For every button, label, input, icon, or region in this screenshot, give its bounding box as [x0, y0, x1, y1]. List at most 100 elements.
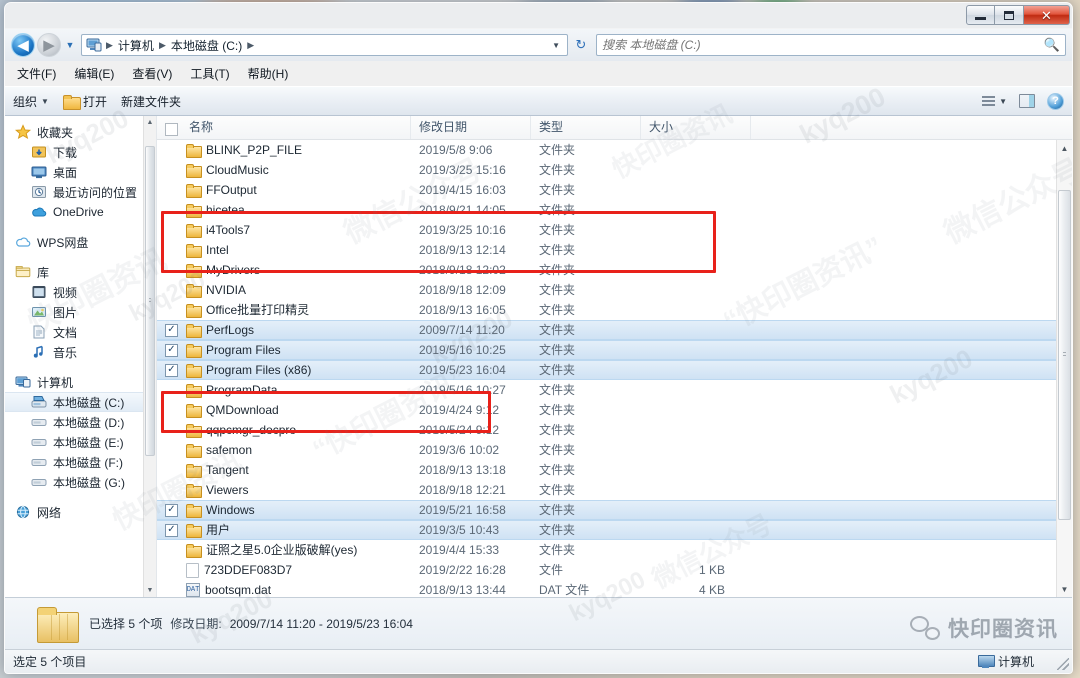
- row-checkbox-cell[interactable]: [157, 560, 181, 580]
- sidebar-item-documents[interactable]: 文档: [5, 322, 156, 342]
- menu-edit[interactable]: 编辑(E): [74, 65, 114, 82]
- column-header-size[interactable]: 大小: [641, 116, 751, 139]
- cell-name[interactable]: Windows: [181, 500, 411, 520]
- column-header-type[interactable]: 类型: [531, 116, 641, 139]
- table-row[interactable]: CloudMusic 2019/3/25 15:16 文件夹: [157, 160, 1072, 180]
- checkbox-checked-icon[interactable]: ✓: [165, 323, 178, 337]
- row-checkbox-cell[interactable]: [157, 140, 181, 160]
- table-row[interactable]: ✓ Program Files (x86) 2019/5/23 16:04 文件夹: [157, 360, 1072, 380]
- cell-name[interactable]: NVIDIA: [181, 280, 411, 300]
- search-box[interactable]: 🔍: [596, 34, 1066, 56]
- cell-name[interactable]: Viewers: [181, 480, 411, 500]
- sidebar-item-local-disk-c[interactable]: 本地磁盘 (C:): [5, 392, 156, 412]
- row-checkbox-cell[interactable]: ✓: [157, 520, 181, 540]
- row-checkbox-cell[interactable]: [157, 480, 181, 500]
- cell-name[interactable]: 证照之星5.0企业版破解(yes): [181, 540, 411, 560]
- table-row[interactable]: DAT bootsqm.dat 2018/9/13 13:44 DAT 文件 4 KB: [157, 580, 1072, 597]
- cell-name[interactable]: PerfLogs: [181, 320, 411, 340]
- recent-pages-button[interactable]: ▼: [63, 40, 77, 50]
- cell-name[interactable]: 723DDEF083D7: [181, 560, 411, 580]
- row-checkbox-cell[interactable]: [157, 380, 181, 400]
- row-checkbox-cell[interactable]: [157, 420, 181, 440]
- sidebar-item-videos[interactable]: 视频: [5, 282, 156, 302]
- refresh-button[interactable]: ↻: [570, 34, 592, 56]
- minimize-button[interactable]: [966, 5, 995, 25]
- sidebar-item-recent-places[interactable]: 最近访问的位置: [5, 182, 156, 202]
- file-list-scrollbar-thumb[interactable]: [1058, 190, 1071, 520]
- row-checkbox-cell[interactable]: [157, 180, 181, 200]
- scroll-up-icon[interactable]: ▲: [1057, 140, 1072, 156]
- table-row[interactable]: Tangent 2018/9/13 13:18 文件夹: [157, 460, 1072, 480]
- row-checkbox-cell[interactable]: ✓: [157, 320, 181, 340]
- table-row[interactable]: ✓ 用户 2019/3/5 10:43 文件夹: [157, 520, 1072, 540]
- table-row[interactable]: safemon 2019/3/6 10:02 文件夹: [157, 440, 1072, 460]
- address-bar[interactable]: ▶ 计算机 ▶ 本地磁盘 (C:) ▶ ▼: [81, 34, 568, 56]
- scroll-down-icon[interactable]: ▼: [144, 584, 156, 597]
- cell-name[interactable]: i4Tools7: [181, 220, 411, 240]
- table-row[interactable]: 证照之星5.0企业版破解(yes) 2019/4/4 15:33 文件夹: [157, 540, 1072, 560]
- row-checkbox-cell[interactable]: ✓: [157, 360, 181, 380]
- sidebar-scrollbar-thumb[interactable]: [145, 146, 155, 456]
- sidebar-item-favorites[interactable]: 收藏夹: [5, 122, 156, 142]
- row-checkbox-cell[interactable]: ✓: [157, 500, 181, 520]
- checkbox-checked-icon[interactable]: ✓: [165, 523, 178, 537]
- table-row[interactable]: Office批量打印精灵 2018/9/13 16:05 文件夹: [157, 300, 1072, 320]
- row-checkbox-cell[interactable]: [157, 260, 181, 280]
- forward-button[interactable]: ▶: [37, 33, 61, 57]
- cell-name[interactable]: Office批量打印精灵: [181, 300, 411, 320]
- table-row[interactable]: MyDrivers 2018/9/18 12:02 文件夹: [157, 260, 1072, 280]
- cell-name[interactable]: CloudMusic: [181, 160, 411, 180]
- table-row[interactable]: ✓ PerfLogs 2009/7/14 11:20 文件夹: [157, 320, 1072, 340]
- cell-name[interactable]: ProgramData: [181, 380, 411, 400]
- table-row[interactable]: QMDownload 2019/4/24 9:12 文件夹: [157, 400, 1072, 420]
- new-folder-button[interactable]: 新建文件夹: [121, 93, 181, 110]
- row-checkbox-cell[interactable]: [157, 160, 181, 180]
- search-icon[interactable]: 🔍: [1044, 37, 1060, 53]
- sidebar-item-local-disk-f[interactable]: 本地磁盘 (F:): [5, 452, 156, 472]
- resize-grip[interactable]: [1057, 658, 1069, 670]
- table-row[interactable]: 723DDEF083D7 2019/2/22 16:28 文件 1 KB: [157, 560, 1072, 580]
- sidebar-item-music[interactable]: 音乐: [5, 342, 156, 362]
- cell-name[interactable]: MyDrivers: [181, 260, 411, 280]
- maximize-button[interactable]: [995, 5, 1024, 25]
- cell-name[interactable]: BLINK_P2P_FILE: [181, 140, 411, 160]
- sidebar-item-computer[interactable]: 计算机: [5, 372, 156, 392]
- scroll-up-icon[interactable]: ▲: [144, 116, 156, 129]
- menu-tools[interactable]: 工具(T): [190, 65, 229, 82]
- row-checkbox-cell[interactable]: [157, 580, 181, 597]
- cell-name[interactable]: QMDownload: [181, 400, 411, 420]
- cell-name[interactable]: qqpcmgr_docpro: [181, 420, 411, 440]
- table-row[interactable]: qqpcmgr_docpro 2019/5/24 9:12 文件夹: [157, 420, 1072, 440]
- sidebar-item-wps-cloud[interactable]: WPS网盘: [5, 232, 156, 252]
- sidebar-item-onedrive[interactable]: OneDrive: [5, 202, 156, 222]
- row-checkbox-cell[interactable]: [157, 440, 181, 460]
- breadcrumb-computer[interactable]: 计算机: [115, 37, 157, 54]
- row-checkbox-cell[interactable]: [157, 240, 181, 260]
- sidebar-item-libraries[interactable]: 库: [5, 262, 156, 282]
- row-checkbox-cell[interactable]: ✓: [157, 340, 181, 360]
- organize-button[interactable]: 组织 ▼: [13, 93, 49, 110]
- preview-pane-icon[interactable]: [1019, 94, 1035, 108]
- sidebar-item-local-disk-g[interactable]: 本地磁盘 (G:): [5, 472, 156, 492]
- sidebar-item-pictures[interactable]: 图片: [5, 302, 156, 322]
- sidebar-item-downloads[interactable]: 下载: [5, 142, 156, 162]
- menu-view[interactable]: 查看(V): [132, 65, 172, 82]
- cell-name[interactable]: DAT bootsqm.dat: [181, 580, 411, 597]
- checkbox-checked-icon[interactable]: ✓: [165, 363, 178, 377]
- cell-name[interactable]: Program Files: [181, 340, 411, 360]
- table-row[interactable]: FFOutput 2019/4/15 16:03 文件夹: [157, 180, 1072, 200]
- table-row[interactable]: BLINK_P2P_FILE 2019/5/8 9:06 文件夹: [157, 140, 1072, 160]
- table-row[interactable]: ✓ Program Files 2019/5/16 10:25 文件夹: [157, 340, 1072, 360]
- cell-name[interactable]: 用户: [181, 520, 411, 540]
- breadcrumb-local-disk-c[interactable]: 本地磁盘 (C:): [168, 37, 245, 54]
- table-row[interactable]: NVIDIA 2018/9/18 12:09 文件夹: [157, 280, 1072, 300]
- row-checkbox-cell[interactable]: [157, 400, 181, 420]
- table-row[interactable]: i4Tools7 2019/3/25 10:16 文件夹: [157, 220, 1072, 240]
- address-dropdown-icon[interactable]: ▼: [552, 41, 565, 50]
- row-checkbox-cell[interactable]: [157, 280, 181, 300]
- sidebar-item-desktop[interactable]: 桌面: [5, 162, 156, 182]
- help-icon[interactable]: ?: [1047, 92, 1064, 110]
- open-button[interactable]: 打开: [62, 93, 107, 110]
- cell-name[interactable]: hicetea: [181, 200, 411, 220]
- file-list-scrollbar[interactable]: ▲ ▼: [1056, 140, 1072, 597]
